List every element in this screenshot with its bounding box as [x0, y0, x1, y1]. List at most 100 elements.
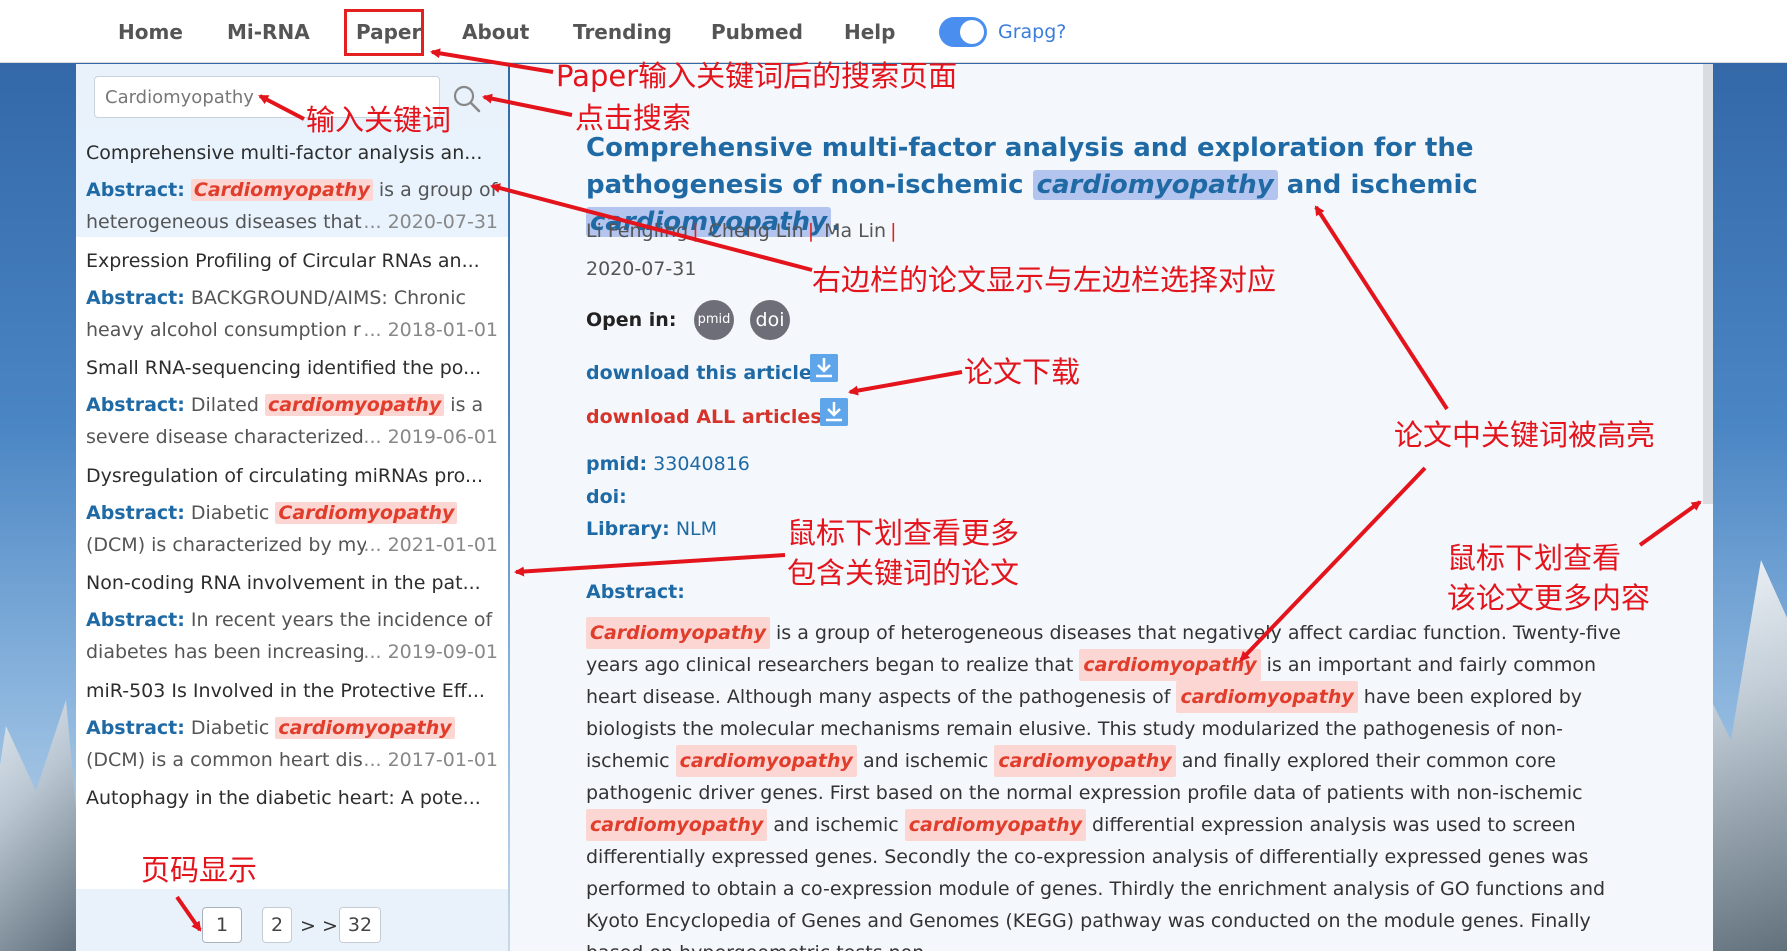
paper-list-abstract: Abstract: Cardiomyopathy is a group of: [86, 179, 497, 201]
note-scroll-more-2: 包含关键词的论文: [787, 556, 1020, 590]
abstract-text: Dilated: [184, 394, 265, 416]
note-scroll-article-2: 该论文更多内容: [1447, 581, 1651, 615]
paper-list-date: ... 2017-01-01: [363, 748, 498, 771]
paper-list-date: ... 2019-09-01: [363, 641, 498, 663]
doi-badge[interactable]: doi: [750, 300, 790, 340]
note-scroll-more-1: 鼠标下划查看更多: [787, 516, 1020, 550]
author-separator: |: [807, 220, 815, 242]
download-this-label[interactable]: download this article:: [586, 362, 819, 384]
note-keyword-highlight: 论文中关键词被高亮: [1394, 418, 1656, 452]
note-click-search: 点击搜索: [575, 101, 692, 135]
abstract-heading: Abstract:: [586, 581, 685, 603]
paper-list: Comprehensive multi-factor analysis an..…: [76, 129, 508, 889]
pmid-value: 33040816: [653, 453, 750, 475]
note-paper-page: Paper输入关键词后的搜索页面: [556, 59, 958, 93]
download-icon[interactable]: [810, 354, 838, 382]
article-panel: Comprehensive multi-factor analysis and …: [510, 64, 1713, 951]
toggle-label: Grapg?: [998, 21, 1067, 43]
nav-pubmed[interactable]: Pubmed: [711, 20, 803, 44]
paper-list-item[interactable]: Dysregulation of circulating miRNAs pro.…: [76, 451, 508, 568]
abstract-text: Cardiomyopathy is a group of heterogeneo…: [586, 617, 1646, 951]
library-value: NLM: [675, 518, 718, 540]
paper-list-item[interactable]: Comprehensive multi-factor analysis an..…: [76, 129, 508, 245]
page-current[interactable]: 1: [202, 907, 242, 943]
sidebar: Comprehensive multi-factor analysis an..…: [76, 64, 520, 951]
page-last[interactable]: 32: [339, 907, 381, 943]
author-list: Li Fengling | Cheng Lin | Ma Lin |: [586, 220, 907, 242]
download-all-icon[interactable]: [820, 398, 848, 426]
author-separator: |: [692, 220, 699, 242]
paper-list-title[interactable]: Non-coding RNA involvement in the pat...: [86, 572, 500, 594]
abstract-text: Diabetic: [184, 716, 276, 739]
abstract-text-segment: and ischemic: [767, 814, 905, 836]
abstract-text: Diabetic: [184, 501, 276, 524]
keyword-highlight: Cardiomyopathy: [190, 179, 373, 201]
paper-list-date: ... 2018-01-01: [363, 318, 498, 341]
nav-about[interactable]: About: [462, 20, 529, 44]
abstract-label: Abstract:: [86, 286, 185, 309]
keyword-highlight: cardiomyopathy: [586, 809, 768, 841]
keyword-highlight: Cardiomyopathy: [586, 617, 770, 649]
abstract-text: is a group of: [372, 179, 498, 201]
page-next-number[interactable]: 2: [262, 907, 292, 943]
nav-home[interactable]: Home: [118, 20, 183, 44]
keyword-highlight: cardiomyopathy: [675, 745, 857, 777]
toggle-knob: [960, 20, 984, 44]
open-in-label: Open in:: [586, 309, 677, 331]
article-scrollbar[interactable]: [1703, 64, 1713, 504]
keyword-highlight: cardiomyopathy: [994, 745, 1176, 777]
pmid-label: pmid:: [586, 453, 648, 475]
note-download: 论文下载: [964, 355, 1081, 389]
abstract-text: BACKGROUND/AIMS: Chronic: [184, 286, 466, 309]
paper-list-title[interactable]: Autophagy in the diabetic heart: A pote.…: [86, 787, 500, 809]
keyword-highlight: cardiomyopathy: [275, 716, 455, 739]
page-arrows[interactable]: > >: [300, 915, 338, 937]
abstract-label: Abstract:: [86, 501, 185, 524]
paper-list-snippet: heavy alcohol consumption r: [86, 318, 361, 341]
library-label: Library:: [586, 518, 670, 540]
doi-row: doi:: [586, 486, 627, 508]
author-name[interactable]: Ma Lin: [824, 220, 886, 242]
paper-list-title[interactable]: miR-503 Is Involved in the Protective Ef…: [86, 680, 500, 702]
paper-list-title[interactable]: Dysregulation of circulating miRNAs pro.…: [86, 465, 500, 487]
abstract-text: In recent years the incidence of: [184, 609, 493, 631]
paper-list-item[interactable]: Non-coding RNA involvement in the pat...…: [76, 559, 508, 675]
keyword-highlight: cardiomyopathy: [904, 809, 1087, 841]
download-all-label[interactable]: download ALL articles:: [586, 406, 829, 428]
paper-list-title[interactable]: Small RNA-sequencing identified the po..…: [86, 357, 500, 379]
paper-list-snippet: severe disease characterized: [86, 426, 364, 448]
paper-list-title[interactable]: Comprehensive multi-factor analysis an..…: [86, 142, 500, 164]
pmid-badge[interactable]: pmid: [694, 300, 734, 340]
paper-list-snippet: heterogeneous diseases that: [86, 211, 362, 233]
note-scroll-article-1: 鼠标下划查看: [1447, 541, 1622, 575]
paper-list-abstract: Abstract: Diabetic cardiomyopathy: [86, 716, 455, 739]
nav-mirna[interactable]: Mi-RNA: [227, 20, 310, 44]
author-name[interactable]: Cheng Lin: [709, 220, 804, 242]
library-row: Library: NLM: [586, 518, 717, 540]
keyword-highlight: cardiomyopathy: [1176, 681, 1358, 713]
abstract-text-segment: and ischemic: [856, 750, 995, 772]
paper-list-item[interactable]: Small RNA-sequencing identified the po..…: [76, 344, 508, 460]
paper-list-abstract: Abstract: Dilated cardiomyopathy is a: [86, 394, 483, 416]
search-icon[interactable]: [450, 82, 484, 116]
paper-list-item[interactable]: Expression Profiling of Circular RNAs an…: [76, 236, 508, 353]
paper-list-date: ... 2019-06-01: [363, 426, 498, 448]
graph-toggle[interactable]: [939, 17, 987, 47]
paper-list-date: ... 2021-01-01: [363, 533, 498, 556]
title-keyword-highlight: cardiomyopathy: [1032, 170, 1278, 200]
keyword-highlight: Cardiomyopathy: [275, 501, 458, 524]
author-name[interactable]: Li Fengling: [586, 220, 688, 242]
paper-list-snippet: (DCM) is a common heart dis: [86, 748, 363, 771]
paper-list-date: ... 2020-07-31: [363, 211, 498, 233]
nav-trending[interactable]: Trending: [573, 20, 672, 44]
nav-help[interactable]: Help: [844, 20, 895, 44]
paper-list-snippet: (DCM) is characterized by my: [86, 533, 366, 556]
paper-list-abstract: Abstract: In recent years the incidence …: [86, 609, 492, 631]
title-text: and ischemic: [1277, 170, 1478, 200]
abstract-label: Abstract:: [86, 716, 185, 739]
top-navbar: Home Mi-RNA Paper About Trending Pubmed …: [0, 0, 1787, 63]
keyword-highlight: cardiomyopathy: [264, 394, 445, 416]
paper-list-item[interactable]: miR-503 Is Involved in the Protective Ef…: [76, 666, 508, 783]
paper-list-title[interactable]: Expression Profiling of Circular RNAs an…: [86, 250, 500, 272]
paper-list-abstract: Abstract: BACKGROUND/AIMS: Chronic: [86, 287, 466, 309]
